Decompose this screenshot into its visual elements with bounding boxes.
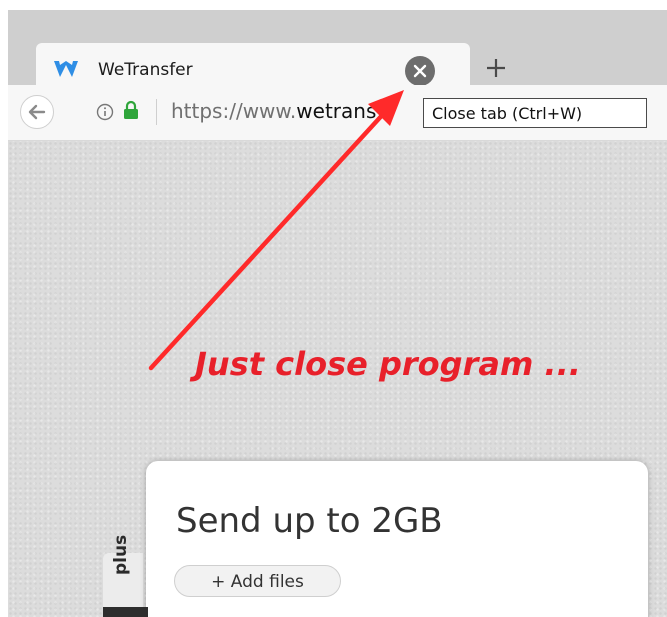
- dark-panel-edge: [103, 607, 148, 617]
- browser-window: WeTransfer https://www.wetrans plus Send…: [8, 10, 667, 617]
- wetransfer-logo-icon: [54, 61, 78, 77]
- url-divider: [156, 99, 157, 125]
- info-icon[interactable]: [96, 103, 114, 121]
- add-files-button[interactable]: + Add files: [174, 565, 341, 597]
- side-tab-label: plus: [111, 534, 131, 575]
- back-button[interactable]: [20, 95, 54, 129]
- back-arrow-icon: [28, 104, 46, 120]
- close-tab-tooltip: Close tab (Ctrl+W): [423, 98, 647, 128]
- close-icon: [413, 64, 427, 78]
- url-prefix: https://www.: [171, 99, 297, 123]
- page-content: plus Send up to 2GB + Add files Just clo…: [8, 141, 667, 617]
- url-field[interactable]: https://www.wetrans: [171, 99, 423, 123]
- upload-card: Send up to 2GB + Add files: [146, 461, 648, 617]
- tab-strip: WeTransfer: [8, 10, 667, 95]
- card-title: Send up to 2GB: [176, 501, 443, 541]
- tab-title: WeTransfer: [98, 60, 193, 80]
- annotation-text: Just close program ...: [195, 345, 581, 383]
- tab-close-button[interactable]: [405, 56, 435, 86]
- url-domain: wetrans: [296, 99, 377, 123]
- plus-icon: [487, 59, 505, 77]
- lock-icon[interactable]: [123, 100, 139, 120]
- new-tab-button[interactable]: [478, 50, 514, 86]
